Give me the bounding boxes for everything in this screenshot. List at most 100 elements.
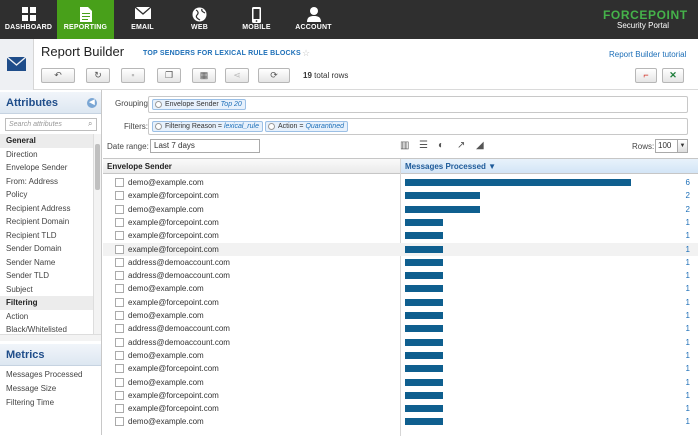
favorite-star-icon[interactable]: ☆ [302,48,310,59]
row-checkbox[interactable] [115,178,124,187]
remove-chip-icon[interactable] [268,123,275,130]
nav-mobile[interactable]: MOBILE [228,0,285,39]
remove-chip-icon[interactable] [155,101,162,108]
messages-count[interactable]: 1 [686,415,690,428]
messages-count[interactable]: 1 [686,256,690,269]
table-row[interactable]: example@forcepoint.com 1 [103,229,698,242]
table-row[interactable]: example@forcepoint.com 1 [103,216,698,229]
messages-count[interactable]: 1 [686,389,690,402]
remove-chip-icon[interactable] [155,123,162,130]
share-button[interactable]: ⋖ [225,68,249,83]
row-checkbox[interactable] [115,364,124,374]
row-checkbox[interactable] [115,297,124,307]
table-row[interactable]: demo@example.com 6 [103,176,698,189]
table-row[interactable]: example@forcepoint.com 1 [103,362,698,375]
bar-chart-icon[interactable]: ▥ [400,140,409,151]
attribute-item[interactable]: Subject [0,283,93,297]
refresh-report-button[interactable]: ↻ [86,68,110,83]
scrollbar-thumb[interactable] [95,144,100,190]
collapse-sidebar-icon[interactable]: ◀ [87,98,97,108]
row-checkbox[interactable] [115,257,124,267]
column-header-sender[interactable]: Envelope Sender [103,159,400,174]
messages-count[interactable]: 1 [686,349,690,362]
row-checkbox[interactable] [115,217,124,227]
table-row[interactable]: address@demoaccount.com 1 [103,336,698,349]
attribute-item[interactable]: Black/Whitelisted [0,323,93,334]
back-button[interactable]: ↶ [41,68,75,83]
date-range-input[interactable]: Last 7 days [150,139,260,153]
table-row[interactable]: address@demoaccount.com 1 [103,322,698,335]
nav-email[interactable]: EMAIL [114,0,171,39]
schedule-button[interactable]: ▦ [192,68,216,83]
table-row[interactable]: demo@example.com 1 [103,309,698,322]
row-checkbox[interactable] [115,204,124,214]
row-checkbox[interactable] [115,377,124,387]
row-checkbox[interactable] [115,337,124,347]
attribute-item[interactable]: Action [0,310,93,324]
messages-count[interactable]: 1 [686,282,690,295]
row-checkbox[interactable] [115,324,124,334]
pie-chart-icon[interactable]: ◐ [438,140,444,151]
messages-count[interactable]: 1 [686,322,690,335]
messages-count[interactable]: 2 [686,189,690,202]
attribute-item[interactable]: Sender TLD [0,269,93,283]
table-row[interactable]: example@forcepoint.com 1 [103,296,698,309]
table-row[interactable]: demo@example.com 1 [103,376,698,389]
nav-account[interactable]: ACCOUNT [285,0,342,39]
metric-filtering-time[interactable]: Filtering Time [0,396,101,410]
row-checkbox[interactable] [115,191,124,201]
copy-button[interactable]: ❐ [157,68,181,83]
reload-button[interactable]: ⟳ [258,68,290,83]
horizontal-bar-icon[interactable]: ☰ [419,140,428,151]
attribute-item[interactable]: From: Address [0,175,93,189]
line-chart-icon[interactable]: ↗ [457,140,465,151]
row-checkbox[interactable] [115,417,124,427]
messages-count[interactable]: 1 [686,296,690,309]
attribute-item[interactable]: Recipient Domain [0,215,93,229]
messages-count[interactable]: 1 [686,309,690,322]
table-row[interactable]: address@demoaccount.com 1 [103,269,698,282]
table-row[interactable]: example@forcepoint.com 1 [103,402,698,415]
messages-count[interactable]: 1 [686,362,690,375]
table-row[interactable]: demo@example.com 2 [103,203,698,216]
area-chart-icon[interactable]: ◢ [476,140,484,151]
table-row[interactable]: demo@example.com 1 [103,415,698,428]
metric-message-size[interactable]: Message Size [0,382,101,396]
metric-messages-processed[interactable]: Messages Processed [0,368,101,382]
attribute-item[interactable]: Sender Name [0,256,93,270]
nav-reporting[interactable]: REPORTING [57,0,114,39]
attribute-item[interactable]: Envelope Sender [0,161,93,175]
row-checkbox[interactable] [115,311,124,320]
messages-count[interactable]: 1 [686,336,690,349]
messages-count[interactable]: 1 [686,216,690,229]
attribute-item[interactable]: Recipient TLD [0,229,93,243]
rows-select[interactable]: 100 ▼ [655,139,688,153]
messages-count[interactable]: 1 [686,269,690,282]
row-checkbox[interactable] [115,390,124,400]
row-checkbox[interactable] [115,231,124,241]
attribute-search-input[interactable]: Search attributes [5,118,97,131]
messages-count[interactable]: 1 [686,376,690,389]
export-excel-button[interactable]: ✕ [662,68,684,83]
grouping-chip[interactable]: Envelope Sender Top 20 [152,99,246,110]
messages-count[interactable]: 1 [686,402,690,415]
row-checkbox[interactable] [115,244,124,254]
grouping-dropzone[interactable]: Envelope Sender Top 20 [148,96,688,113]
tutorial-link[interactable]: Report Builder tutorial [609,50,686,59]
table-row[interactable]: example@forcepoint.com 1 [103,242,698,256]
save-button[interactable]: ▪ [121,68,145,83]
attribute-item[interactable]: Sender Domain [0,242,93,256]
filters-dropzone[interactable]: Filtering Reason = lexical_rule Action =… [148,118,688,135]
messages-count[interactable]: 6 [686,176,690,189]
export-pdf-button[interactable]: ⌐ [635,68,657,83]
row-checkbox[interactable] [115,271,124,281]
filter-chip[interactable]: Filtering Reason = lexical_rule [152,121,263,132]
attribute-scrollbar[interactable] [93,134,101,334]
row-checkbox[interactable] [115,284,124,294]
filter-chip[interactable]: Action = Quarantined [265,121,348,132]
column-header-messages[interactable]: Messages Processed ▼ [401,159,698,174]
attribute-hscrollbar[interactable] [0,334,101,341]
messages-count[interactable]: 1 [686,243,690,256]
table-row[interactable]: demo@example.com 1 [103,349,698,362]
attribute-item[interactable]: Recipient Address [0,202,93,216]
